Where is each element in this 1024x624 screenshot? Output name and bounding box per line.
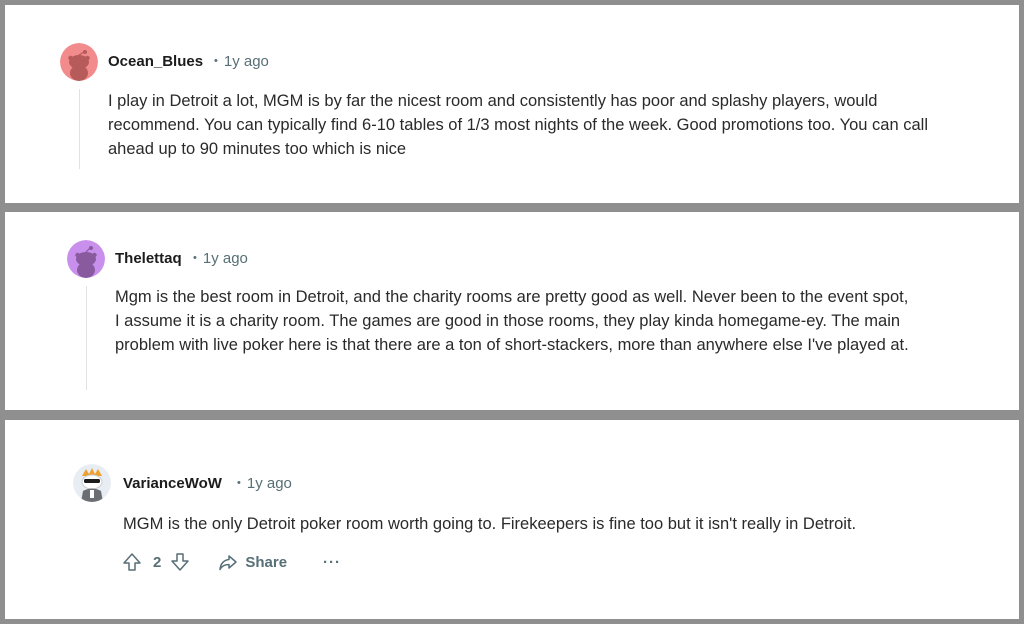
share-label: Share	[245, 553, 288, 571]
comment-card: Ocean_Blues • 1y ago I play in Detroit a …	[5, 5, 1019, 203]
comment-action-bar: 2 Share ···	[121, 550, 341, 574]
vote-count: 2	[153, 553, 162, 571]
comment-timestamp: • 1y ago	[237, 475, 292, 492]
comment-body: I play in Detroit a lot, MGM is by far t…	[108, 92, 928, 158]
upvote-icon[interactable]	[121, 551, 143, 573]
comment-timestamp: • 1y ago	[193, 250, 248, 267]
downvote-icon[interactable]	[169, 551, 191, 573]
separator-dot: •	[193, 252, 197, 264]
comment-author[interactable]: VarianceWoW	[123, 475, 222, 492]
share-icon	[217, 551, 239, 573]
comment-card: VarianceWoW • 1y ago MGM is the only Detr…	[5, 420, 1019, 619]
snoo-avatar-icon[interactable]	[60, 43, 98, 81]
share-button[interactable]: Share	[217, 551, 287, 573]
comment-author[interactable]: Thelettaq	[115, 250, 182, 267]
comment-body: MGM is the only Detroit poker room worth…	[123, 515, 857, 533]
thread-line[interactable]	[79, 89, 80, 169]
snoo-avatar-icon[interactable]	[67, 240, 105, 278]
snoo-avatar-icon[interactable]	[73, 464, 111, 502]
more-options-button[interactable]: ···	[323, 554, 341, 571]
separator-dot: •	[214, 55, 218, 67]
separator-dot: •	[237, 477, 241, 489]
comment-card: Thelettaq • 1y ago Mgm is the best room i…	[5, 212, 1019, 410]
comment-author[interactable]: Ocean_Blues	[108, 53, 203, 70]
comment-body: Mgm is the best room in Detroit, and the…	[115, 288, 909, 354]
comment-timestamp: • 1y ago	[214, 53, 269, 70]
thread-line[interactable]	[86, 286, 87, 390]
